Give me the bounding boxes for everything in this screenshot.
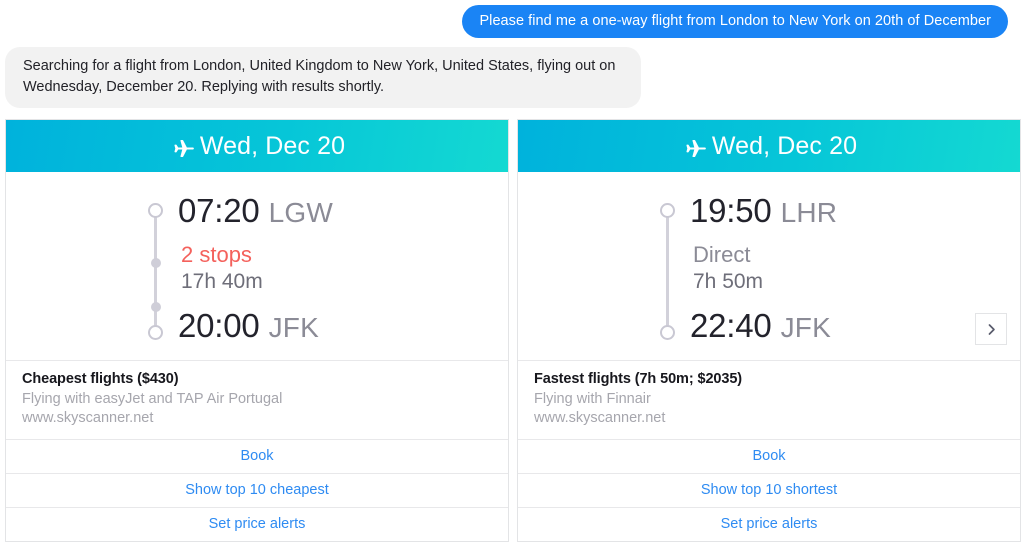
- flight-summary: Fastest flights (7h 50m; $2035) Flying w…: [518, 361, 1020, 440]
- summary-title: Cheapest flights ($430): [22, 370, 179, 387]
- leg-details: 2 stops 17h 40m: [178, 227, 368, 308]
- timeline-origin-dot: [660, 203, 675, 219]
- flight-card[interactable]: Wed, Dec 20 19:50 LHR Direct 7h 50m 22:4…: [517, 119, 1021, 542]
- flight-timeline: [658, 201, 676, 341]
- summary-airlines: Flying with Finnair: [534, 390, 651, 407]
- timeline-stop-dot: [150, 302, 161, 313]
- show-top-10-button[interactable]: Show top 10 shortest: [518, 474, 1020, 508]
- arrival-row: 22:40 JFK: [690, 309, 880, 342]
- set-price-alerts-button[interactable]: Set price alerts: [518, 508, 1020, 541]
- chevron-right-icon: [985, 323, 998, 336]
- arrival-airport-code: JFK: [268, 311, 319, 343]
- duration-label: 17h 40m: [181, 269, 263, 293]
- timeline-origin-dot: [148, 203, 163, 219]
- departure-row: 07:20 LGW: [178, 194, 368, 227]
- flight-summary: Cheapest flights ($430) Flying with easy…: [6, 361, 508, 440]
- flight-date-label: Wed, Dec 20: [711, 131, 858, 160]
- airplane-icon: [169, 135, 196, 162]
- arrival-time: 22:40: [690, 306, 772, 344]
- timeline-stop-dot: [150, 258, 161, 269]
- flight-results-carousel: Wed, Dec 20 07:20 LGW 2 stops 17h 40m 20…: [0, 119, 1033, 542]
- summary-airlines: Flying with easyJet and TAP Air Portugal: [22, 390, 283, 407]
- chat-conversation: Please find me a one-way flight from Lon…: [0, 0, 1033, 542]
- flight-date-label: Wed, Dec 20: [199, 131, 346, 160]
- duration-label: 7h 50m: [693, 269, 764, 293]
- leg-details: Direct 7h 50m: [690, 227, 880, 308]
- timeline-destination-dot: [148, 324, 163, 340]
- bot-message-bubble: Searching for a flight from London, Unit…: [5, 47, 641, 109]
- arrival-row: 20:00 JFK: [178, 309, 368, 342]
- set-price-alerts-button[interactable]: Set price alerts: [6, 508, 508, 541]
- flight-card-header: Wed, Dec 20: [6, 120, 508, 173]
- departure-time: 19:50: [690, 192, 772, 230]
- summary-title: Fastest flights (7h 50m; $2035): [534, 370, 743, 387]
- stops-label: 2 stops: [181, 242, 252, 268]
- departure-row: 19:50 LHR: [690, 194, 880, 227]
- summary-url: www.skyscanner.net: [534, 409, 666, 426]
- flight-timeline: [146, 201, 164, 341]
- arrival-time: 20:00: [178, 306, 260, 344]
- user-message-row: Please find me a one-way flight from Lon…: [0, 0, 1033, 39]
- departure-airport-code: LGW: [268, 197, 333, 229]
- departure-time: 07:20: [178, 192, 260, 230]
- carousel-next-button[interactable]: [975, 313, 1007, 345]
- arrival-airport-code: JFK: [780, 311, 831, 343]
- itinerary-section: 19:50 LHR Direct 7h 50m 22:40 JFK: [518, 172, 1020, 361]
- departure-airport-code: LHR: [780, 197, 838, 229]
- summary-url: www.skyscanner.net: [22, 409, 154, 426]
- bot-message-row: Searching for a flight from London, Unit…: [0, 38, 1033, 109]
- book-button[interactable]: Book: [6, 440, 508, 474]
- book-button[interactable]: Book: [518, 440, 1020, 474]
- user-message-bubble: Please find me a one-way flight from Lon…: [462, 5, 1008, 39]
- timeline-line: [666, 215, 669, 328]
- stops-label: Direct: [693, 242, 751, 268]
- airplane-icon: [681, 135, 708, 162]
- show-top-10-button[interactable]: Show top 10 cheapest: [6, 474, 508, 508]
- flight-card[interactable]: Wed, Dec 20 07:20 LGW 2 stops 17h 40m 20…: [5, 119, 509, 542]
- flight-card-header: Wed, Dec 20: [518, 120, 1020, 173]
- itinerary-section: 07:20 LGW 2 stops 17h 40m 20:00 JFK: [6, 172, 508, 361]
- timeline-destination-dot: [660, 324, 675, 340]
